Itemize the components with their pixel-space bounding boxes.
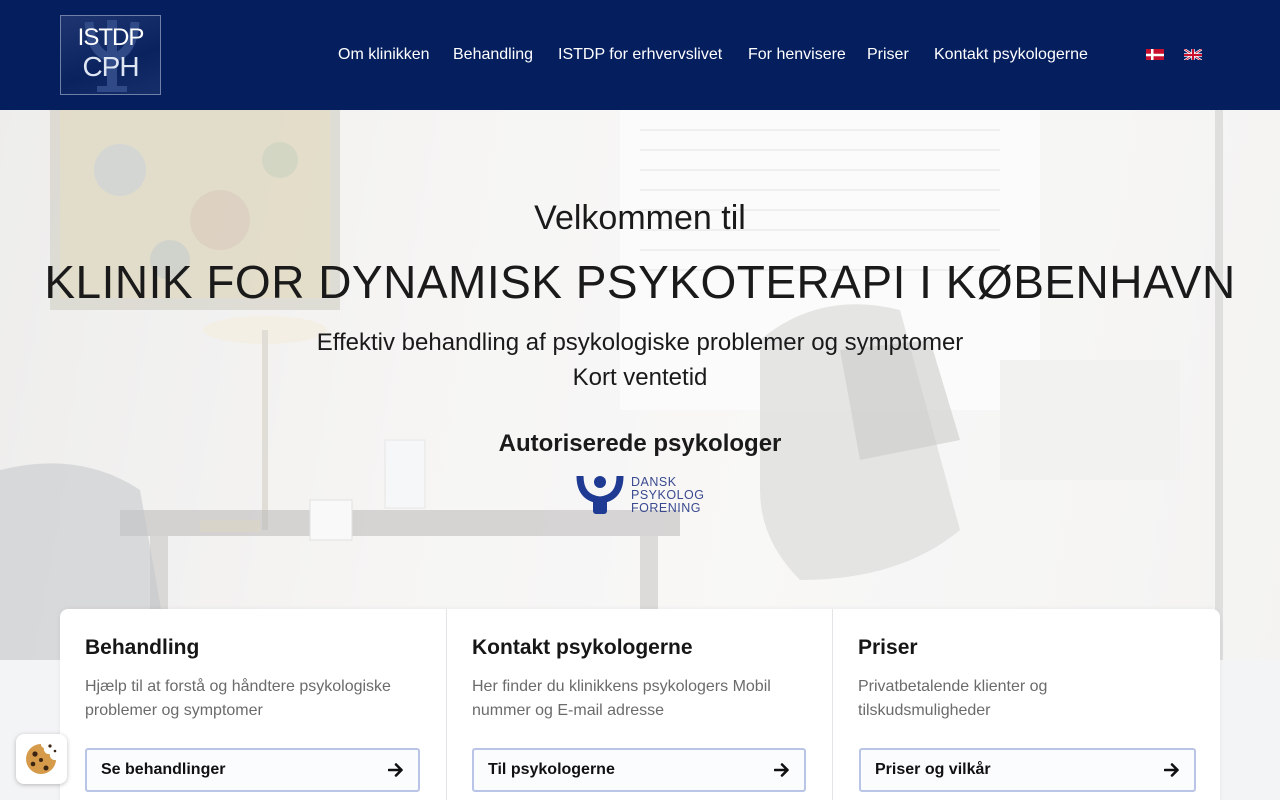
feature-cards: Behandling Hjælp til at forstå og håndte… [60, 609, 1220, 800]
flag-denmark-icon[interactable] [1146, 48, 1164, 60]
card-behandling: Behandling Hjælp til at forstå og håndte… [60, 609, 446, 800]
nav-for-henvisere[interactable]: For henvisere [748, 44, 846, 66]
site-header: ISTDP CPH Om klinikken Behandling ISTDP … [0, 0, 1280, 110]
arrow-right-icon [388, 763, 403, 777]
card-priser: Priser Privatbetalende klienter og tilsk… [832, 609, 1220, 800]
dansk-psykolog-forening-logo: DANSK PSYKOLOG FORENING [576, 474, 716, 518]
priser-og-vilkaar-button[interactable]: Priser og vilkår [859, 748, 1196, 792]
hero-subtitle-2: Kort ventetid [572, 364, 708, 391]
logo-line1: ISTDP [77, 24, 145, 51]
istdp-cph-logo[interactable]: ISTDP CPH [60, 15, 161, 95]
arrow-right-icon [1164, 763, 1179, 777]
flag-uk-icon[interactable] [1184, 48, 1202, 60]
hero-section: Velkommen til KLINIK FOR DYNAMISK PSYKOT… [0, 110, 1280, 660]
card-text: Hjælp til at forstå og håndtere psykolog… [85, 678, 391, 719]
dpf-line3: FORENING [631, 501, 701, 515]
se-behandlinger-button[interactable]: Se behandlinger [85, 748, 420, 792]
button-label: Se behandlinger [101, 761, 226, 778]
til-psykologerne-button[interactable]: Til psykologerne [472, 748, 806, 792]
nav-om-klinikken[interactable]: Om klinikken [338, 44, 430, 66]
nav-priser[interactable]: Priser [867, 44, 909, 66]
cookie-icon [26, 744, 57, 774]
hero-subtitle-1: Effektiv behandling af psykologiske prob… [316, 329, 964, 356]
hero-title: KLINIK FOR DYNAMISK PSYKOTERAPI I KØBENH… [44, 256, 1236, 308]
hero-welcome: Velkommen til [534, 199, 746, 237]
hero-authorized-label: Autoriserede psykologer [498, 430, 782, 457]
card-text: Her finder du klinikkens psykologers Mob… [472, 678, 771, 719]
card-title: Priser [858, 636, 918, 659]
dpf-emblem-icon [576, 475, 624, 514]
nav-behandling[interactable]: Behandling [453, 44, 533, 66]
button-label: Priser og vilkår [875, 761, 991, 778]
button-label: Til psykologerne [488, 761, 615, 778]
card-title: Behandling [85, 636, 200, 659]
arrow-right-icon [774, 763, 789, 777]
nav-istdp-erhvervslivet[interactable]: ISTDP for erhvervslivet [558, 44, 722, 66]
card-kontakt: Kontakt psykologerne Her finder du klini… [446, 609, 832, 800]
nav-kontakt-psykologerne[interactable]: Kontakt psykologerne [934, 44, 1088, 66]
cookie-settings-button[interactable] [16, 734, 67, 784]
card-text: Privatbetalende klienter og tilskudsmuli… [858, 678, 1048, 719]
card-title: Kontakt psykologerne [472, 636, 693, 659]
logo-line2: CPH [82, 51, 139, 82]
